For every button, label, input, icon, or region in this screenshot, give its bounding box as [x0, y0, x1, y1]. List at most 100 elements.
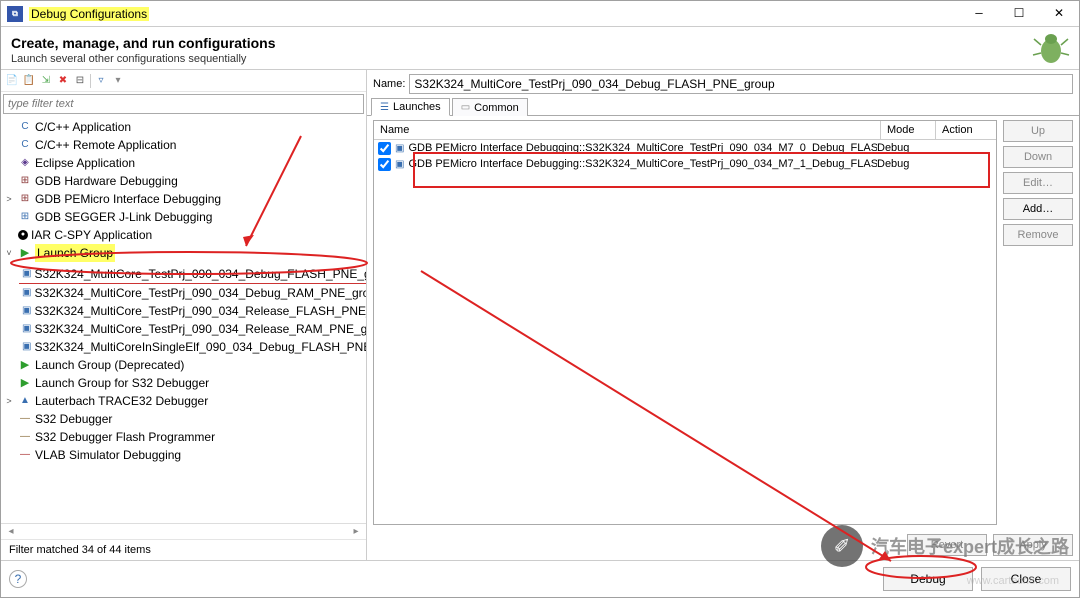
apply-button[interactable]: Apply [993, 534, 1073, 556]
tab-launches[interactable]: ☰ Launches [371, 98, 450, 116]
dialog-close-button[interactable]: Close [981, 567, 1071, 591]
config-tree[interactable]: CC/C++ ApplicationCC/C++ Remote Applicat… [1, 116, 366, 523]
launch-config-icon: ▣ [22, 267, 31, 281]
col-name[interactable]: Name [374, 121, 881, 139]
left-toolbar: 📄 📋 ⇲ ✖ ⊟ ▿ ▾ [1, 70, 366, 92]
col-mode[interactable]: Mode [881, 121, 936, 139]
launch-group-icon: ▶ [18, 246, 32, 260]
tree-item[interactable]: CC/C++ Application [3, 118, 366, 136]
tree-item[interactable]: ●IAR C-SPY Application [3, 226, 366, 244]
horizontal-scrollbar[interactable]: ◂▸ [1, 523, 366, 539]
name-field[interactable] [409, 74, 1073, 94]
iar-icon: ● [18, 230, 28, 240]
eclipse-icon: ◈ [18, 156, 32, 170]
row-checkbox[interactable] [378, 142, 391, 155]
launch-config-icon: ▣ [22, 304, 31, 318]
tree-item-label: Lauterbach TRACE32 Debugger [35, 392, 208, 410]
tree-item[interactable]: —S32 Debugger Flash Programmer [3, 428, 366, 446]
s32-debugger-icon: — [18, 412, 32, 426]
tree-item[interactable]: ▣S32K324_MultiCore_TestPrj_090_034_Relea… [19, 302, 366, 320]
tree-item[interactable]: ▣S32K324_MultiCore_TestPrj_090_034_Debug… [19, 284, 366, 302]
filter-status: Filter matched 34 of 44 items [1, 539, 366, 560]
twisty-icon[interactable]: ˃ [3, 190, 15, 208]
tree-item[interactable]: ◈Eclipse Application [3, 154, 366, 172]
tree-item[interactable]: ▶Launch Group for S32 Debugger [3, 374, 366, 392]
new-proto-icon[interactable]: 📋 [22, 74, 36, 88]
table-row[interactable]: ▣ GDB PEMicro Interface Debugging::S32K32… [374, 140, 996, 156]
table-row[interactable]: ▣GDB PEMicro Interface Debugging::S32K32… [374, 156, 996, 172]
app-icon: ⧉ [7, 6, 23, 22]
tab-common[interactable]: ▭ Common [452, 98, 528, 116]
window-title: Debug Configurations [29, 7, 149, 21]
tree-item-label: S32K324_MultiCoreInSingleElf_090_034_Deb… [34, 338, 366, 356]
launches-panel: Name Mode Action ▣ GDB PEMicro Interface … [367, 116, 1079, 529]
name-label: Name: [373, 78, 405, 90]
help-button[interactable]: ? [9, 570, 27, 588]
filter-icon[interactable]: ▿ [94, 74, 108, 88]
add-button[interactable]: Add… [1003, 198, 1073, 220]
down-button[interactable]: Down [1003, 146, 1073, 168]
edit-button[interactable]: Edit… [1003, 172, 1073, 194]
delete-icon[interactable]: ✖ [56, 74, 70, 88]
tree-item[interactable]: —VLAB Simulator Debugging [3, 446, 366, 464]
bug-icon [1031, 29, 1071, 69]
c-app-icon: C [18, 138, 32, 152]
tree-item-label: Eclipse Application [35, 154, 135, 172]
bottom-bar: ? Debug Close [1, 560, 1079, 597]
maximize-button[interactable]: ☐ [999, 1, 1039, 27]
tree-item-label: GDB Hardware Debugging [35, 172, 178, 190]
row-checkbox[interactable] [378, 158, 391, 171]
tree-item[interactable]: ˃⊞GDB PEMicro Interface Debugging [3, 190, 366, 208]
collapse-icon[interactable]: ⊟ [73, 74, 87, 88]
tree-item[interactable]: —S32 Debugger [3, 410, 366, 428]
table-body[interactable]: ▣ GDB PEMicro Interface Debugging::S32K32… [374, 140, 996, 524]
header: Create, manage, and run configurations L… [1, 27, 1079, 69]
tree-item-label: S32K324_MultiCore_TestPrj_090_034_Releas… [34, 320, 366, 338]
tree-item-label: S32 Debugger [35, 410, 112, 428]
common-tab-icon: ▭ [461, 102, 470, 113]
filter-input[interactable] [3, 94, 364, 114]
tree-item[interactable]: ▣S32K324_MultiCore_TestPrj_090_034_Debug… [19, 265, 366, 284]
export-icon[interactable]: ⇲ [39, 74, 53, 88]
launch-config-icon: ▣ [22, 286, 31, 300]
launch-config-icon: ▣ [22, 322, 31, 336]
launch-config-icon: ▣ [395, 141, 404, 155]
twisty-icon[interactable]: ˅ [3, 244, 15, 262]
gdb-icon: ⊞ [18, 174, 32, 188]
tree-item-label: S32K324_MultiCore_TestPrj_090_034_Debug_… [34, 284, 366, 302]
close-button[interactable]: ✕ [1039, 1, 1079, 27]
table-header: Name Mode Action [374, 121, 996, 140]
c-app-icon: C [18, 120, 32, 134]
titlebar: ⧉ Debug Configurations ─ ☐ ✕ [1, 1, 1079, 27]
launch-config-icon: ▣ [22, 340, 31, 354]
menu-chevron-icon[interactable]: ▾ [111, 74, 125, 88]
tree-item-label: S32K324_MultiCore_TestPrj_090_034_Debug_… [34, 265, 366, 283]
tree-item[interactable]: ˅▶Launch Group▣S32K324_MultiCore_TestPrj… [3, 244, 366, 356]
minimize-button[interactable]: ─ [959, 1, 999, 27]
tree-item-label: Launch Group (Deprecated) [35, 356, 184, 374]
new-config-icon[interactable]: 📄 [5, 74, 19, 88]
tree-item[interactable]: ▣S32K324_MultiCoreInSingleElf_090_034_De… [19, 338, 366, 356]
twisty-icon[interactable]: ˃ [3, 392, 15, 410]
body: 📄 📋 ⇲ ✖ ⊟ ▿ ▾ CC/C++ ApplicationCC/C++ R… [1, 69, 1079, 560]
remove-button[interactable]: Remove [1003, 224, 1073, 246]
vlab-icon: — [18, 448, 32, 462]
launches-table: Name Mode Action ▣ GDB PEMicro Interface … [373, 120, 997, 525]
tree-item[interactable]: CC/C++ Remote Application [3, 136, 366, 154]
tree-item-label: Launch Group for S32 Debugger [35, 374, 209, 392]
tabs: ☰ Launches ▭ Common [367, 98, 1079, 116]
segger-icon: ⊞ [18, 210, 32, 224]
up-button[interactable]: Up [1003, 120, 1073, 142]
revert-button[interactable]: Revert [907, 534, 987, 556]
tree-item[interactable]: ▣S32K324_MultiCore_TestPrj_090_034_Relea… [19, 320, 366, 338]
row-mode: Debug [877, 158, 932, 170]
tree-item[interactable]: ⊞GDB SEGGER J-Link Debugging [3, 208, 366, 226]
row-name: GDB PEMicro Interface Debugging::S32K324… [408, 142, 877, 154]
separator [90, 74, 91, 88]
col-action[interactable]: Action [936, 121, 996, 139]
debug-button[interactable]: Debug [883, 567, 973, 591]
tree-item[interactable]: ⊞GDB Hardware Debugging [3, 172, 366, 190]
tree-item-label: Launch Group [35, 244, 115, 262]
tree-item[interactable]: ˃▲Lauterbach TRACE32 Debugger [3, 392, 366, 410]
tree-item[interactable]: ▶Launch Group (Deprecated) [3, 356, 366, 374]
